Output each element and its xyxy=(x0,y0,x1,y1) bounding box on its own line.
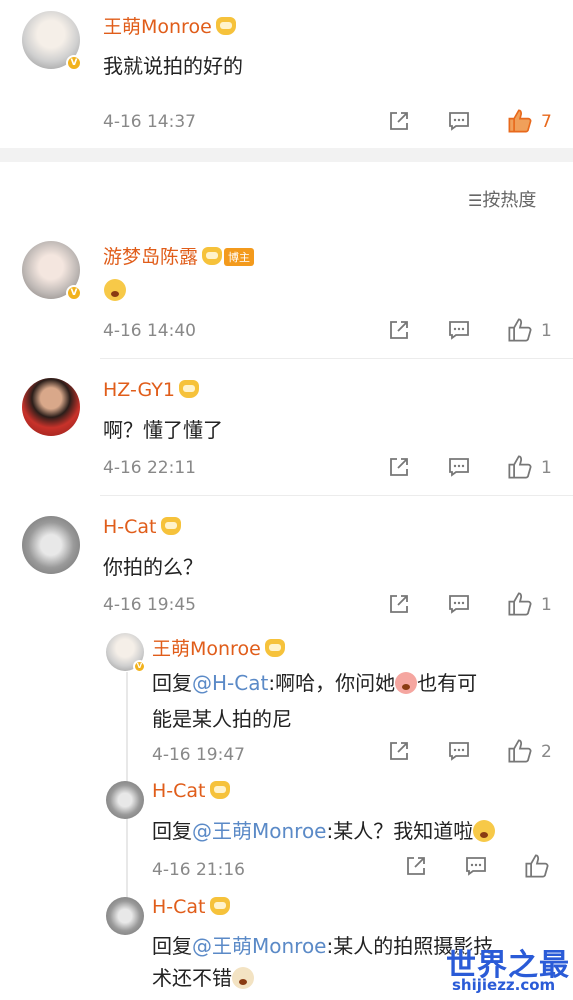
comment-icon[interactable] xyxy=(448,740,470,762)
divider xyxy=(100,358,573,359)
like-icon[interactable] xyxy=(507,738,533,764)
divider xyxy=(100,495,573,496)
scared-emoji-icon xyxy=(473,820,496,842)
comment-time: 4-16 14:40 xyxy=(103,321,196,341)
author-badge: 博主 xyxy=(224,248,255,266)
share-icon[interactable] xyxy=(388,110,410,132)
emoji-icon xyxy=(104,279,126,301)
like-icon[interactable] xyxy=(507,454,533,480)
pig-emoji-icon xyxy=(395,672,418,694)
comment-text: 我就说拍的好的 xyxy=(103,54,243,78)
comment-icon[interactable] xyxy=(448,456,470,478)
sort-icon: ☰ xyxy=(468,191,483,210)
avatar[interactable] xyxy=(106,781,144,819)
mention-link[interactable]: @王萌Monroe xyxy=(192,819,327,843)
username[interactable]: 王萌Monroe xyxy=(152,634,285,661)
like-count: 1 xyxy=(541,595,552,615)
like-icon[interactable] xyxy=(507,591,533,617)
like-icon[interactable] xyxy=(524,853,550,879)
reply-text: 回复@王萌Monroe:某人？我知道啦 xyxy=(152,815,496,844)
mention-link[interactable]: @王萌Monroe xyxy=(192,934,327,958)
vip-crown-icon xyxy=(264,639,285,657)
vip-crown-icon xyxy=(202,247,223,265)
verified-icon: V xyxy=(133,660,146,673)
avatar[interactable] xyxy=(22,516,80,574)
comment-icon[interactable] xyxy=(448,110,470,132)
dog-emoji-icon xyxy=(232,967,254,989)
like-count: 1 xyxy=(541,458,552,478)
avatar[interactable]: V xyxy=(106,633,146,673)
reply-text: 回复@王萌Monroe:某人的拍照摄影技 xyxy=(152,934,494,958)
comment-time: 4-16 21:16 xyxy=(152,860,245,880)
mention-link[interactable]: @H-Cat xyxy=(192,671,268,695)
comment-icon[interactable] xyxy=(448,593,470,615)
comment-icon[interactable] xyxy=(465,855,487,877)
thread-line xyxy=(126,818,128,908)
username[interactable]: H-Cat xyxy=(103,516,181,538)
reply-text-line2: 术还不错 xyxy=(152,962,254,991)
username[interactable]: H-Cat xyxy=(152,896,230,918)
username[interactable]: 王萌Monroe xyxy=(103,12,236,39)
comment-time: 4-16 19:45 xyxy=(103,595,196,615)
comment-time: 4-16 22:11 xyxy=(103,458,196,478)
verified-icon: V xyxy=(66,55,82,71)
like-count: 2 xyxy=(541,742,552,762)
avatar[interactable] xyxy=(106,897,144,935)
thread-line xyxy=(126,672,128,782)
section-divider xyxy=(0,148,573,162)
like-icon[interactable] xyxy=(507,317,533,343)
username[interactable]: 游梦岛陈露 博主 xyxy=(103,242,255,269)
comment-text: 啊？懂了懂了 xyxy=(103,418,223,442)
comment-icon[interactable] xyxy=(448,319,470,341)
watermark-url: shijiezz.com xyxy=(452,976,556,994)
vip-crown-icon xyxy=(209,897,230,915)
share-icon[interactable] xyxy=(405,855,427,877)
vip-crown-icon xyxy=(215,17,236,35)
share-icon[interactable] xyxy=(388,740,410,762)
share-icon[interactable] xyxy=(388,593,410,615)
sort-button[interactable]: ☰按热度 xyxy=(468,186,536,212)
vip-crown-icon xyxy=(209,781,230,799)
like-icon[interactable] xyxy=(507,108,533,134)
vip-crown-icon xyxy=(160,517,181,535)
avatar[interactable] xyxy=(22,378,80,436)
share-icon[interactable] xyxy=(388,319,410,341)
comment-time: 4-16 19:47 xyxy=(152,745,245,765)
username[interactable]: HZ-GY1 xyxy=(103,379,199,401)
verified-icon: V xyxy=(66,285,82,301)
reply-text: 回复@H-Cat:啊哈，你问她 也有可 xyxy=(152,671,478,695)
username[interactable]: H-Cat xyxy=(152,780,230,802)
share-icon[interactable] xyxy=(388,456,410,478)
vip-crown-icon xyxy=(179,380,199,398)
reply-text-line2: 能是某人拍的尼 xyxy=(152,707,292,731)
like-count: 7 xyxy=(541,112,552,132)
like-count: 1 xyxy=(541,321,552,341)
comment-time: 4-16 14:37 xyxy=(103,112,196,132)
avatar[interactable]: V xyxy=(22,11,82,71)
avatar[interactable]: V xyxy=(22,241,82,301)
comment-text: 你拍的么？ xyxy=(103,555,203,579)
